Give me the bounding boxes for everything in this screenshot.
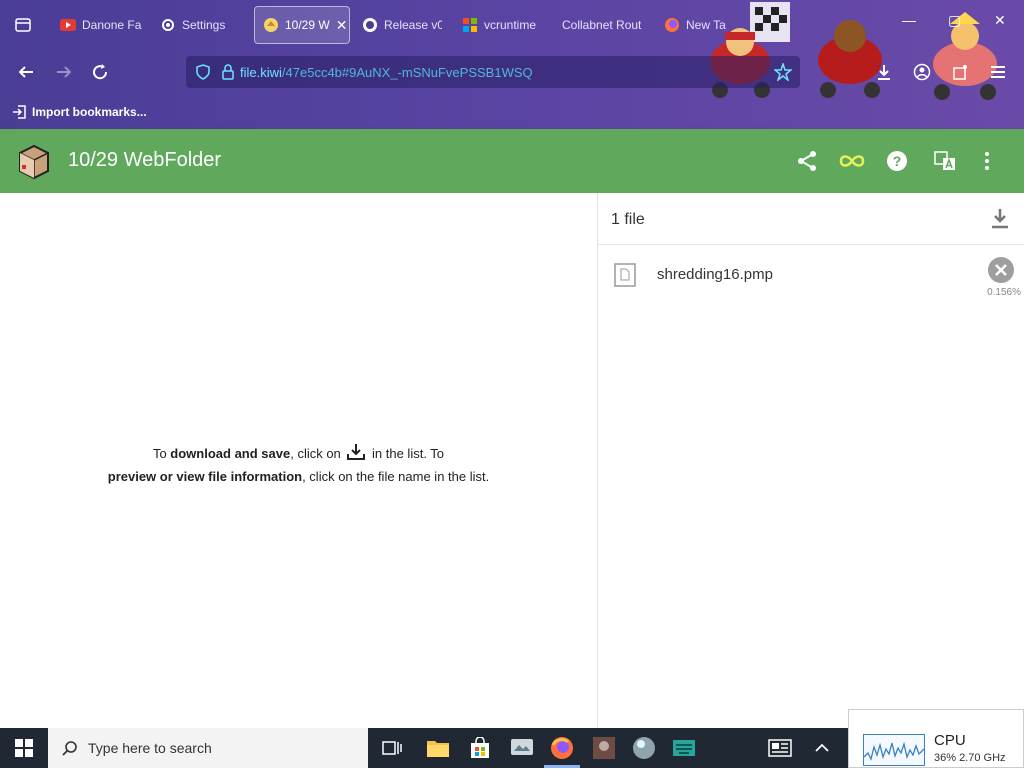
- tab-label: Release v0: [384, 18, 442, 32]
- tab-label: 10/29 W: [285, 18, 330, 32]
- search-icon: [62, 740, 78, 756]
- sphere-app-icon[interactable]: [630, 734, 658, 762]
- tab-bar: Danone Fa Settings 10/29 W ✕ Release v0 …: [0, 0, 1024, 100]
- maximize-icon[interactable]: ▢: [948, 12, 961, 29]
- translate-icon[interactable]: [933, 149, 957, 173]
- preview-panel: To download and save, click on in the li…: [0, 193, 597, 728]
- instructions-text-part: in the list. To: [368, 446, 445, 461]
- url-path: /47e5cc4b#9AuNX_-mSNuFvePSSB1WSQ: [281, 64, 533, 80]
- tray-chevron-icon[interactable]: [808, 734, 836, 762]
- microsoft-icon: [462, 17, 478, 33]
- youtube-icon: [60, 17, 76, 33]
- file-list-panel: 1 file shredding16.pmp 0.156%: [597, 193, 1024, 728]
- window-close-icon[interactable]: ✕: [994, 12, 1006, 29]
- bookmarks-toolbar: Import bookmarks...: [0, 94, 1024, 129]
- bookmark-star-icon[interactable]: [772, 61, 794, 86]
- store-icon[interactable]: [466, 734, 494, 762]
- firefox-icon[interactable]: [548, 734, 576, 762]
- list-item[interactable]: shredding16.pmp 0.156%: [598, 246, 1024, 302]
- task-view-icon[interactable]: [378, 734, 406, 762]
- minimize-icon[interactable]: —: [902, 12, 916, 28]
- instructions-text: To download and save, click on in the li…: [0, 443, 597, 487]
- news-icon[interactable]: [766, 734, 794, 762]
- cpu-title: CPU: [934, 732, 966, 749]
- firefox-icon: [664, 17, 680, 33]
- tab-vcruntime[interactable]: vcruntime: [462, 6, 542, 44]
- cpu-monitor-widget: CPU 36% 2.70 GHz: [848, 709, 1024, 768]
- instructions-text-part: , click on the file name in the list.: [302, 469, 490, 484]
- tab-youtube[interactable]: Danone Fa: [60, 6, 142, 44]
- address-bar[interactable]: file.kiwi /47e5cc4b#9AuNX_-mSNuFvePSSB1W…: [186, 56, 800, 88]
- lock-icon[interactable]: [222, 64, 234, 80]
- shield-icon[interactable]: [196, 64, 210, 80]
- app-icon[interactable]: [508, 734, 536, 762]
- tab-collabnet[interactable]: Collabnet Rout: [562, 6, 648, 44]
- import-icon[interactable]: [12, 104, 26, 119]
- import-bookmarks-link[interactable]: Import bookmarks...: [32, 105, 147, 119]
- cancel-download-icon[interactable]: [988, 257, 1014, 283]
- webfolder-icon: [263, 17, 279, 33]
- reload-icon[interactable]: [88, 60, 112, 84]
- cpu-graph: [863, 734, 925, 766]
- nav-bar: file.kiwi /47e5cc4b#9AuNX_-mSNuFvePSSB1W…: [0, 50, 1024, 94]
- github-icon: [362, 17, 378, 33]
- back-icon[interactable]: [14, 60, 38, 84]
- extensions-icon[interactable]: [948, 60, 972, 84]
- app-header: 10/29 WebFolder ?: [0, 129, 1024, 193]
- file-name-link[interactable]: shredding16.pmp: [657, 266, 773, 283]
- more-vert-icon[interactable]: [975, 149, 999, 173]
- infinity-icon[interactable]: [838, 149, 866, 173]
- url-host: file.kiwi: [240, 64, 282, 80]
- page-title: 10/29 WebFolder: [68, 149, 222, 171]
- instructions-text-part: , click on: [290, 446, 345, 461]
- share-icon[interactable]: [795, 149, 819, 173]
- preview-emphasis: preview or view file information: [107, 469, 303, 484]
- account-icon[interactable]: [910, 60, 934, 84]
- download-and-save-emphasis: download and save: [170, 446, 291, 461]
- file-list-header: 1 file: [598, 193, 1024, 245]
- windows-start-icon[interactable]: [0, 728, 48, 768]
- tab-settings[interactable]: Settings: [160, 6, 240, 44]
- browser-chrome: Danone Fa Settings 10/29 W ✕ Release v0 …: [0, 0, 1024, 129]
- tab-webfolder[interactable]: 10/29 W ✕: [254, 6, 350, 44]
- file-icon: [614, 263, 636, 287]
- file-explorer-icon[interactable]: [424, 734, 452, 762]
- menu-icon[interactable]: [986, 60, 1010, 84]
- search-placeholder: Type here to search: [88, 740, 212, 756]
- portrait-app-icon[interactable]: [590, 734, 618, 762]
- download-all-icon[interactable]: [989, 207, 1011, 231]
- gear-icon: [160, 17, 176, 33]
- download-progress: 0.156%: [987, 287, 1021, 298]
- downloads-icon[interactable]: [872, 60, 896, 84]
- tab-label: Danone Fa: [82, 18, 142, 32]
- file-count: 1 file: [611, 211, 645, 228]
- cpu-value: 36% 2.70 GHz: [934, 752, 1006, 764]
- instructions-text-part: To: [152, 446, 171, 461]
- close-icon[interactable]: ✕: [336, 17, 348, 34]
- tab-github[interactable]: Release v0: [362, 6, 442, 44]
- svg-text:?: ?: [893, 153, 902, 169]
- box-logo-icon: [14, 141, 54, 181]
- taskbar-search[interactable]: Type here to search: [48, 728, 368, 768]
- forward-icon[interactable]: [52, 60, 76, 84]
- tab-label: Settings: [182, 18, 226, 32]
- help-icon[interactable]: ?: [885, 149, 909, 173]
- tab-label: vcruntime: [484, 18, 537, 32]
- download-icon: [346, 443, 366, 467]
- tab-label: Collabnet Rout: [562, 18, 642, 32]
- keyboard-app-icon[interactable]: [670, 734, 698, 762]
- tab-overview-icon[interactable]: [14, 16, 32, 34]
